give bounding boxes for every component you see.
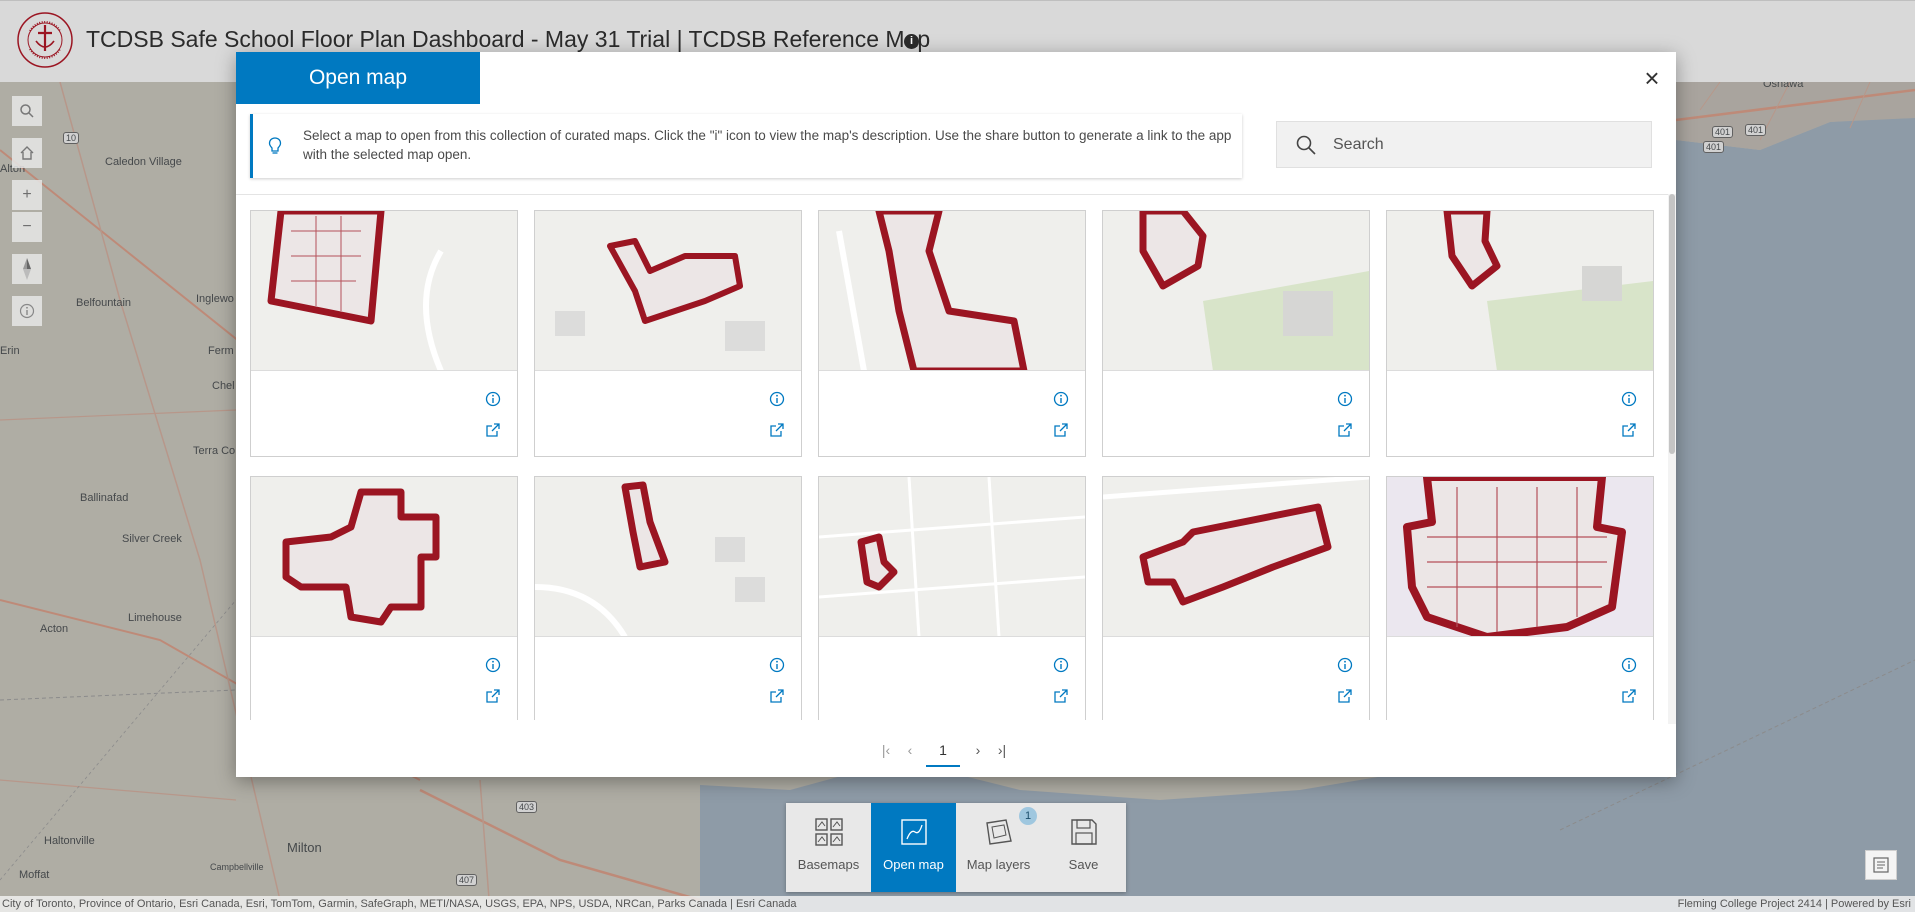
scrollbar-thumb[interactable] bbox=[1669, 194, 1675, 454]
search-box[interactable] bbox=[1276, 121, 1652, 168]
map-card[interactable] bbox=[818, 210, 1086, 457]
card-title bbox=[263, 387, 463, 405]
next-page-icon[interactable]: › bbox=[968, 737, 988, 767]
info-icon[interactable] bbox=[769, 391, 785, 407]
powered-by-text[interactable]: Fleming College Project 2414 | Powered b… bbox=[1678, 896, 1911, 912]
action-label: Save bbox=[1068, 857, 1099, 872]
map-thumbnail[interactable] bbox=[819, 211, 1085, 371]
map-thumbnail[interactable] bbox=[819, 477, 1085, 637]
last-page-icon[interactable]: ›| bbox=[992, 737, 1012, 767]
search-icon[interactable] bbox=[12, 96, 42, 126]
map-card[interactable] bbox=[534, 476, 802, 720]
share-icon[interactable] bbox=[1337, 688, 1353, 704]
info-icon[interactable] bbox=[1621, 391, 1637, 407]
map-thumbnail[interactable] bbox=[1103, 477, 1369, 637]
share-icon[interactable] bbox=[485, 688, 501, 704]
legend-toggle-button[interactable] bbox=[1865, 850, 1897, 880]
info-icon[interactable] bbox=[1337, 391, 1353, 407]
action-bar: Basemaps Open map 1 Map layers Save bbox=[786, 803, 1126, 892]
map-thumbnail[interactable] bbox=[1387, 211, 1653, 371]
card-title bbox=[1115, 387, 1315, 405]
map-thumbnail[interactable] bbox=[535, 477, 801, 637]
info-icon[interactable] bbox=[1053, 657, 1069, 673]
layer-count-badge: 1 bbox=[1019, 807, 1037, 825]
card-title bbox=[831, 653, 1031, 671]
share-icon[interactable] bbox=[485, 422, 501, 438]
map-thumbnail[interactable] bbox=[251, 477, 517, 637]
zoom-out-icon[interactable]: − bbox=[12, 212, 42, 242]
info-icon[interactable] bbox=[485, 391, 501, 407]
map-thumbnail[interactable] bbox=[1387, 477, 1653, 637]
action-label: Basemaps bbox=[797, 857, 860, 872]
instruction-notice: Select a map to open from this collectio… bbox=[250, 114, 1242, 178]
map-card[interactable] bbox=[250, 210, 518, 457]
lightbulb-icon bbox=[268, 137, 282, 154]
dialog-title-tab: Open map bbox=[236, 52, 480, 104]
open-map-dialog: Open map × Select a map to open from thi… bbox=[236, 52, 1676, 777]
page-number-current[interactable]: 1 bbox=[926, 737, 960, 767]
share-icon[interactable] bbox=[769, 688, 785, 704]
share-icon[interactable] bbox=[1053, 688, 1069, 704]
open-map-icon bbox=[901, 819, 927, 845]
pagination: |‹ ‹ 1 › ›| bbox=[876, 737, 1036, 767]
info-icon[interactable]: i bbox=[904, 34, 919, 49]
first-page-icon[interactable]: |‹ bbox=[876, 737, 896, 767]
previous-page-icon[interactable]: ‹ bbox=[900, 737, 920, 767]
map-card[interactable] bbox=[818, 476, 1086, 720]
legend-icon bbox=[1873, 857, 1889, 873]
action-label: Map layers bbox=[966, 857, 1031, 872]
map-card[interactable] bbox=[1386, 210, 1654, 457]
card-title bbox=[547, 653, 747, 671]
open-map-button[interactable]: Open map bbox=[871, 803, 956, 892]
card-title bbox=[263, 653, 463, 671]
card-title bbox=[831, 387, 1031, 405]
info-icon[interactable] bbox=[12, 296, 42, 326]
map-thumbnail[interactable] bbox=[535, 211, 801, 371]
close-icon[interactable]: × bbox=[1640, 65, 1664, 91]
map-card[interactable] bbox=[1386, 476, 1654, 720]
map-card[interactable] bbox=[250, 476, 518, 720]
share-icon[interactable] bbox=[1621, 688, 1637, 704]
map-thumbnail[interactable] bbox=[251, 211, 517, 371]
card-title bbox=[1399, 387, 1599, 405]
map-layers-button[interactable]: 1 Map layers bbox=[956, 803, 1041, 892]
share-icon[interactable] bbox=[1337, 422, 1353, 438]
map-attribution: City of Toronto, Province of Ontario, Es… bbox=[0, 896, 1915, 912]
card-title bbox=[1115, 653, 1315, 671]
attribution-text: City of Toronto, Province of Ontario, Es… bbox=[2, 898, 797, 910]
share-icon[interactable] bbox=[769, 422, 785, 438]
tcdsb-logo bbox=[16, 11, 74, 69]
info-icon[interactable] bbox=[1337, 657, 1353, 673]
search-input[interactable] bbox=[1333, 132, 1633, 158]
share-icon[interactable] bbox=[1621, 422, 1637, 438]
zoom-in-icon[interactable]: + bbox=[12, 180, 42, 210]
map-layers-icon bbox=[986, 819, 1012, 845]
action-label: Open map bbox=[883, 857, 944, 872]
home-icon[interactable] bbox=[12, 138, 42, 168]
compass-icon[interactable] bbox=[12, 254, 42, 284]
save-icon bbox=[1071, 819, 1097, 845]
info-icon[interactable] bbox=[1053, 391, 1069, 407]
scrollbar[interactable] bbox=[1668, 194, 1676, 724]
info-icon[interactable] bbox=[485, 657, 501, 673]
card-title bbox=[1399, 653, 1599, 671]
basemaps-button[interactable]: Basemaps bbox=[786, 803, 871, 892]
map-card[interactable] bbox=[1102, 210, 1370, 457]
info-icon[interactable] bbox=[769, 657, 785, 673]
notice-text: Select a map to open from this collectio… bbox=[303, 128, 1232, 162]
card-title bbox=[547, 387, 747, 405]
map-card[interactable] bbox=[1102, 476, 1370, 720]
info-icon[interactable] bbox=[1621, 657, 1637, 673]
save-button[interactable]: Save bbox=[1041, 803, 1126, 892]
map-thumbnail[interactable] bbox=[1103, 211, 1369, 371]
basemaps-icon bbox=[815, 818, 843, 846]
search-icon bbox=[1296, 135, 1316, 155]
app-title: TCDSB Safe School Floor Plan Dashboard -… bbox=[86, 26, 931, 52]
map-card-grid bbox=[250, 210, 1660, 720]
divider bbox=[236, 194, 1676, 195]
map-card[interactable] bbox=[534, 210, 802, 457]
share-icon[interactable] bbox=[1053, 422, 1069, 438]
